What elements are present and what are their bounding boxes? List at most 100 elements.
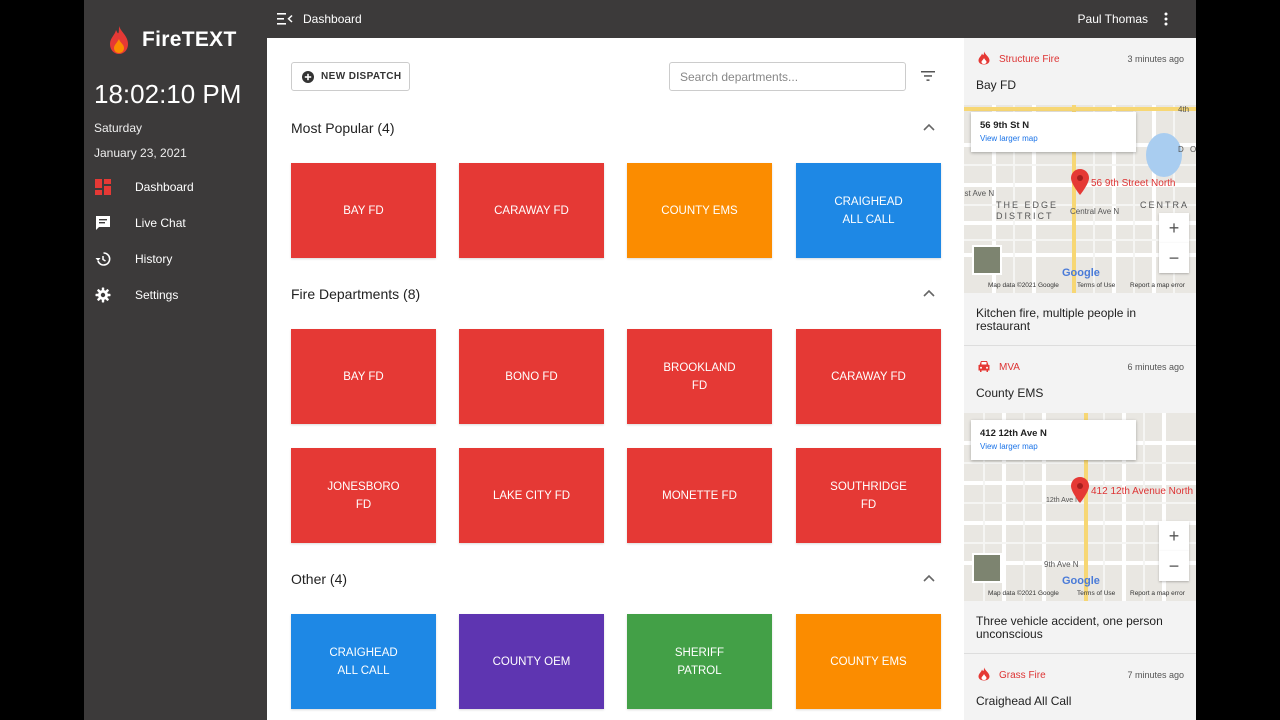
map-data-text: Map data ©2021 Google <box>988 282 1059 289</box>
incident-type: MVA <box>999 362 1020 373</box>
map-street-label: Central Ave N <box>1070 207 1120 216</box>
dispatch-card[interactable]: MVA 6 minutes ago County EMS 12th Ave N … <box>964 346 1196 653</box>
department-tile[interactable]: BROOKLAND FD <box>627 329 772 424</box>
department-tile[interactable]: BAY FD <box>291 163 436 258</box>
sidebar-item-label: History <box>135 252 173 266</box>
map-street-label: 9th Ave N <box>1044 560 1079 569</box>
clock-day: Saturday <box>94 121 143 135</box>
section-title-other: Other (4) <box>291 571 348 587</box>
report-map-error-link[interactable]: Report a map error <box>1130 590 1185 597</box>
brand-logo[interactable]: FireTEXT <box>108 24 237 56</box>
sidebar-item-dashboard[interactable]: Dashboard <box>84 169 267 205</box>
map-district-label: DISTRICT <box>996 211 1054 221</box>
incident-map[interactable]: 12th Ave N 9th Ave N 412 12th Ave N View… <box>964 413 1196 601</box>
zoom-out-button[interactable]: − <box>1159 551 1189 581</box>
app-window: FireTEXT 18:02:10 PM Saturday January 23… <box>84 0 1196 720</box>
map-street-label: 1st Ave N <box>964 189 995 198</box>
incident-type: Structure Fire <box>999 54 1060 65</box>
map-address: 56 9th St N <box>980 120 1030 131</box>
google-logo: Google <box>1062 575 1100 587</box>
map-street-label: 4th <box>1178 105 1190 114</box>
incident-description: Kitchen fire, multiple people in restaur… <box>976 306 1137 333</box>
incident-department: Craighead All Call <box>976 694 1072 708</box>
department-tile[interactable]: BAY FD <box>291 329 436 424</box>
section-title-fire-departments: Fire Departments (8) <box>291 286 421 302</box>
google-logo: Google <box>1062 267 1100 279</box>
page-title: Dashboard <box>303 12 362 26</box>
sidebar-item-settings[interactable]: Settings <box>84 277 267 313</box>
terms-link[interactable]: Terms of Use <box>1077 590 1115 597</box>
satellite-toggle[interactable] <box>972 245 1002 275</box>
clock-time: 18:02:10 PM <box>94 79 242 109</box>
zoom-out-button[interactable]: − <box>1159 243 1189 273</box>
incident-department: County EMS <box>976 386 1044 400</box>
department-tile[interactable]: LAKE CITY FD <box>459 448 604 543</box>
department-tile[interactable]: CRAIGHEAD ALL CALL <box>291 614 436 709</box>
sidebar: FireTEXT 18:02:10 PM Saturday January 23… <box>84 0 267 720</box>
history-icon <box>94 250 112 268</box>
menu-collapse-icon[interactable] <box>277 12 293 26</box>
dispatch-card[interactable]: Grass Fire 7 minutes ago Craighead All C… <box>964 654 1196 720</box>
zoom-in-button[interactable]: + <box>1159 213 1189 243</box>
incident-type: Grass Fire <box>999 670 1046 681</box>
dispatch-card[interactable]: Structure Fire 3 minutes ago Bay FD 1st … <box>964 38 1196 345</box>
department-tile[interactable]: CARAWAY FD <box>796 329 941 424</box>
main-content: NEW DISPATCH Most Popular (4) BAY FD CAR… <box>267 38 964 720</box>
add-circle-icon <box>302 70 314 83</box>
incident-time: 3 minutes ago <box>1127 54 1184 64</box>
view-larger-map-link[interactable]: View larger map <box>980 442 1038 451</box>
department-tile[interactable]: JONESBORO FD <box>291 448 436 543</box>
filter-icon[interactable] <box>921 70 935 82</box>
map-pin-icon[interactable] <box>1071 477 1089 503</box>
incident-time: 7 minutes ago <box>1127 670 1184 680</box>
sidebar-item-live-chat[interactable]: Live Chat <box>84 205 267 241</box>
dispatch-feed: Structure Fire 3 minutes ago Bay FD 1st … <box>964 38 1196 720</box>
department-tile[interactable]: CRAIGHEAD ALL CALL <box>796 163 941 258</box>
new-dispatch-button[interactable]: NEW DISPATCH <box>291 62 410 91</box>
department-tile[interactable]: BONO FD <box>459 329 604 424</box>
department-tile[interactable]: COUNTY OEM <box>459 614 604 709</box>
sidebar-item-history[interactable]: History <box>84 241 267 277</box>
map-district-label: THE EDGE <box>996 200 1059 210</box>
sidebar-item-label: Settings <box>135 288 179 302</box>
search-input[interactable] <box>669 62 906 91</box>
map-pin-label: 412 12th Avenue North <box>1091 486 1194 497</box>
report-map-error-link[interactable]: Report a map error <box>1130 282 1185 289</box>
map-district-label: CENTRA <box>1140 200 1190 210</box>
chevron-up-icon[interactable] <box>923 574 935 582</box>
department-tile[interactable]: SOUTHRIDGE FD <box>796 448 941 543</box>
flame-icon <box>110 26 128 54</box>
incident-department: Bay FD <box>976 78 1017 92</box>
top-bar: Dashboard Paul Thomas <box>267 0 1196 38</box>
map-info-box: 412 12th Ave N View larger map <box>971 420 1136 460</box>
satellite-toggle[interactable] <box>972 553 1002 583</box>
map-pin-icon[interactable] <box>1071 169 1089 195</box>
incident-time: 6 minutes ago <box>1127 362 1184 372</box>
clock-date: January 23, 2021 <box>94 146 187 160</box>
department-tile[interactable]: CARAWAY FD <box>459 163 604 258</box>
car-icon <box>978 361 990 372</box>
sidebar-item-label: Live Chat <box>135 216 186 230</box>
chat-icon <box>94 214 112 232</box>
department-tile[interactable]: SHERIFF PATROL <box>627 614 772 709</box>
incident-map[interactable]: 1st Ave N THE EDGE DISTRICT Central Ave … <box>964 105 1196 293</box>
view-larger-map-link[interactable]: View larger map <box>980 134 1038 143</box>
department-tile[interactable]: COUNTY EMS <box>796 614 941 709</box>
new-dispatch-label: NEW DISPATCH <box>321 71 402 82</box>
incident-description: Three vehicle accident, one person uncon… <box>976 614 1163 641</box>
gear-icon <box>94 286 112 304</box>
section-title-most-popular: Most Popular (4) <box>291 120 395 136</box>
brand-name: FireTEXT <box>142 28 237 51</box>
fire-icon <box>978 667 990 681</box>
terms-link[interactable]: Terms of Use <box>1077 282 1115 289</box>
map-data-text: Map data ©2021 Google <box>988 590 1059 597</box>
user-name[interactable]: Paul Thomas <box>1078 12 1148 26</box>
map-info-box: 56 9th St N View larger map <box>971 112 1136 152</box>
chevron-up-icon[interactable] <box>923 289 935 297</box>
department-tile[interactable]: COUNTY EMS <box>627 163 772 258</box>
department-tile[interactable]: MONETTE FD <box>627 448 772 543</box>
more-vert-icon[interactable] <box>1164 12 1168 26</box>
chevron-up-icon[interactable] <box>923 123 935 131</box>
sidebar-item-label: Dashboard <box>135 180 194 194</box>
zoom-in-button[interactable]: + <box>1159 521 1189 551</box>
